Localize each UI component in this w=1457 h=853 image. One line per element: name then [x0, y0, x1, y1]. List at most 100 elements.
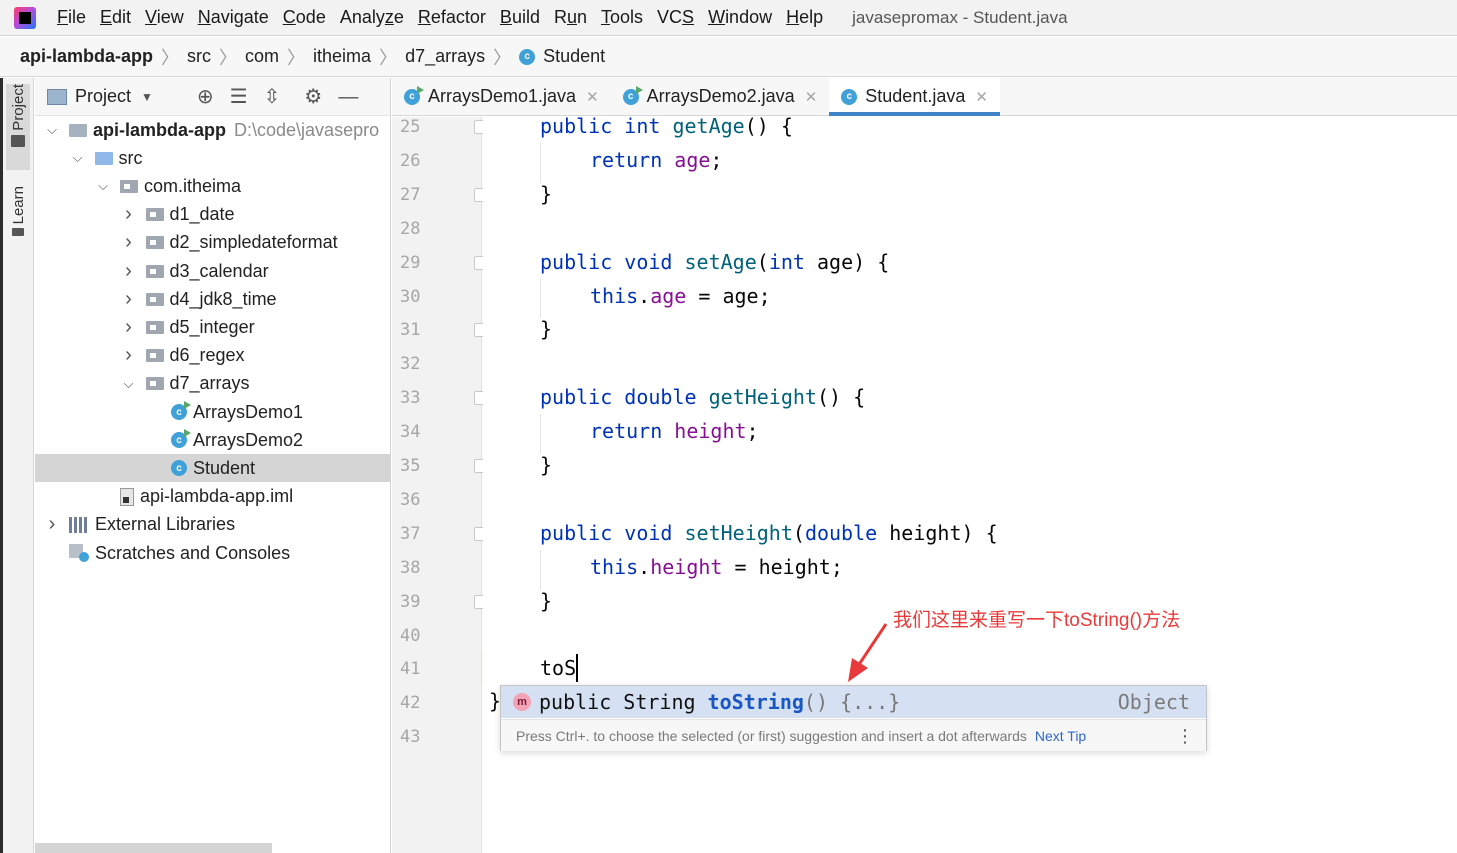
horizontal-scrollbar[interactable]: [35, 843, 272, 853]
chevron-right-icon[interactable]: ›: [122, 231, 136, 254]
tree-item[interactable]: › d3_calendar: [35, 257, 391, 285]
collapse-all-icon[interactable]: ⇳: [264, 87, 281, 107]
tree-item[interactable]: ⌵ api-lambda-app D:\code\javasepro: [35, 116, 391, 144]
tree-item-label: ArraysDemo2: [193, 429, 304, 450]
tree-item[interactable]: › External Libraries: [35, 511, 391, 539]
menu-item-text: N: [197, 7, 211, 27]
editor-tab[interactable]: c ArraysDemo1.java ✕: [392, 78, 611, 115]
breadcrumb-item-label: Student: [543, 46, 606, 66]
code-token: height) {: [889, 520, 998, 545]
package-folder-icon: [145, 320, 164, 334]
more-options-icon[interactable]: ⋮: [1176, 727, 1194, 745]
menu-item[interactable]: Code: [276, 7, 333, 28]
tree-item[interactable]: c ArraysDemo2: [35, 426, 391, 454]
chevron-down-icon[interactable]: ⌵: [71, 150, 85, 166]
chevron-down-icon[interactable]: ⌵: [122, 376, 136, 392]
menu-item-text: V: [145, 7, 157, 27]
breadcrumb-item[interactable]: d7_arrays: [405, 46, 485, 67]
chevron-right-icon[interactable]: ›: [122, 344, 136, 367]
line-number: 41: [400, 659, 421, 680]
editor-tab[interactable]: c ArraysDemo2.java ✕: [611, 78, 830, 115]
line-number: 30: [400, 286, 421, 307]
tree-item[interactable]: ⌵ com.itheima: [35, 172, 391, 200]
menu-item-text: F: [57, 7, 68, 27]
project-tool-tab[interactable]: Project: [6, 84, 30, 170]
close-icon[interactable]: ✕: [805, 88, 818, 106]
project-view-selector[interactable]: Project: [75, 86, 131, 107]
line-number: 26: [400, 150, 421, 171]
line-number: 32: [400, 354, 421, 375]
chevron-right-icon[interactable]: ›: [45, 513, 59, 536]
menu-item[interactable]: Run: [547, 7, 594, 28]
code-token: age: [674, 147, 711, 172]
tree-item[interactable]: c ArraysDemo1: [35, 398, 391, 426]
chevron-down-icon[interactable]: ▼: [141, 90, 153, 104]
menu-item-text: ile: [68, 7, 87, 27]
menu-item[interactable]: Help: [779, 7, 830, 28]
menu-item[interactable]: VCS: [650, 7, 701, 28]
tree-item-label: com.itheima: [144, 175, 242, 196]
completion-name: toString: [707, 690, 804, 714]
intellij-logo-icon: [14, 6, 36, 29]
chevron-right-icon[interactable]: ›: [122, 203, 136, 226]
menu-item[interactable]: Analyze: [333, 7, 411, 28]
menu-item-text: efactor: [430, 7, 486, 27]
menu-item[interactable]: Edit: [93, 7, 138, 28]
tree-item[interactable]: › d2_simpledateformat: [35, 229, 391, 257]
tree-item-label: d5_integer: [169, 316, 255, 337]
breadcrumb-item[interactable]: com: [245, 46, 279, 67]
close-icon[interactable]: ✕: [586, 88, 599, 106]
editor-tab[interactable]: c Student.java ✕: [829, 78, 1000, 116]
tree-item[interactable]: › d4_jdk8_time: [35, 285, 391, 313]
editor-tabs: c ArraysDemo1.java ✕ c ArraysDemo2.java ✕ c Stu…: [392, 78, 1457, 116]
menu-item[interactable]: Build: [493, 7, 547, 28]
breadcrumb-item[interactable]: src: [187, 46, 211, 67]
chevron-right-icon[interactable]: ›: [122, 260, 136, 283]
tree-item[interactable]: ⌵ d7_arrays: [35, 370, 391, 398]
locate-icon[interactable]: ⊕: [197, 87, 214, 107]
learn-tool-tab[interactable]: Learn: [6, 186, 30, 254]
code-token: height: [650, 554, 723, 579]
breadcrumb-item[interactable]: itheima: [313, 46, 371, 67]
gear-icon[interactable]: ⚙: [304, 87, 322, 107]
tree-item[interactable]: › d1_date: [35, 201, 391, 229]
menu-item[interactable]: Tools: [594, 7, 650, 28]
breadcrumb-item-label: src: [187, 46, 212, 66]
code-token: age: [650, 283, 687, 308]
chevron-down-icon[interactable]: ⌵: [96, 178, 110, 194]
next-tip-link[interactable]: Next Tip: [1035, 728, 1086, 744]
chevron-right-icon[interactable]: ›: [122, 288, 136, 311]
menu-item[interactable]: View: [138, 7, 191, 28]
line-number: 35: [400, 456, 421, 476]
tree-item[interactable]: › d5_integer: [35, 313, 391, 341]
indent-guide: [540, 549, 541, 590]
tree-item[interactable]: › d6_regex: [35, 342, 391, 370]
code-token: () {: [816, 385, 866, 410]
code-line: }: [540, 182, 552, 206]
code-token: }: [540, 317, 553, 342]
expand-all-icon[interactable]: ☰: [230, 87, 248, 107]
menu-item[interactable]: Navigate: [191, 7, 276, 28]
chevron-right-icon[interactable]: ›: [122, 316, 136, 339]
tree-item[interactable]: Scratches and Consoles: [35, 539, 391, 567]
tree-item-label: ArraysDemo1: [193, 401, 304, 422]
code-line: public void setAge(int age) {: [540, 250, 889, 274]
tree-item[interactable]: c Student: [35, 454, 391, 483]
breadcrumb-item[interactable]: api-lambda-app: [20, 46, 153, 67]
menu-item[interactable]: Refactor: [411, 7, 493, 28]
close-icon[interactable]: ✕: [975, 88, 988, 106]
breadcrumb-item[interactable]: c Student: [519, 46, 605, 67]
tree-item-label: api-lambda-app: [93, 119, 227, 140]
menu-item[interactable]: Window: [701, 7, 779, 28]
line-number: 27: [400, 184, 421, 205]
source-folder-icon: [94, 151, 113, 165]
package-folder-icon: [145, 292, 164, 306]
code-line: public double getHeight() {: [540, 385, 865, 409]
hide-panel-icon[interactable]: —: [338, 87, 358, 107]
tree-item[interactable]: ⌵ src: [35, 144, 391, 172]
completion-item[interactable]: m public String toString() {...} Object: [501, 686, 1206, 718]
tree-item[interactable]: api-lambda-app.iml: [35, 483, 391, 511]
menu-item[interactable]: File: [50, 7, 93, 28]
chevron-down-icon[interactable]: ⌵: [45, 122, 59, 138]
indent-guide: [540, 143, 541, 183]
